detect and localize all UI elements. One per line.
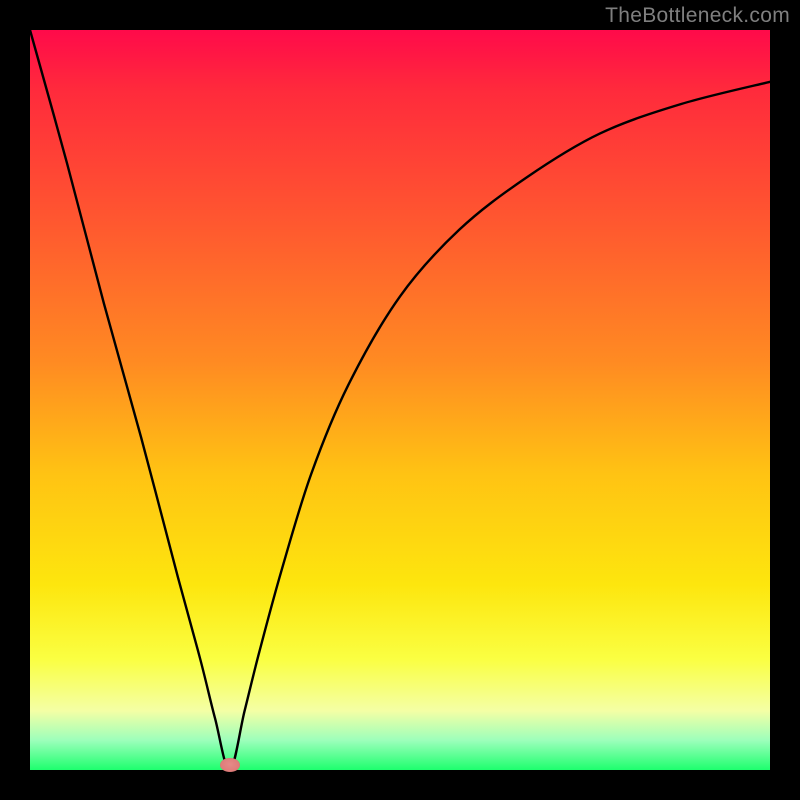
chart-frame: TheBottleneck.com <box>0 0 800 800</box>
watermark-text: TheBottleneck.com <box>605 4 790 28</box>
bottleneck-curve <box>30 30 770 770</box>
min-point-marker <box>220 758 240 772</box>
plot-area <box>30 30 770 770</box>
